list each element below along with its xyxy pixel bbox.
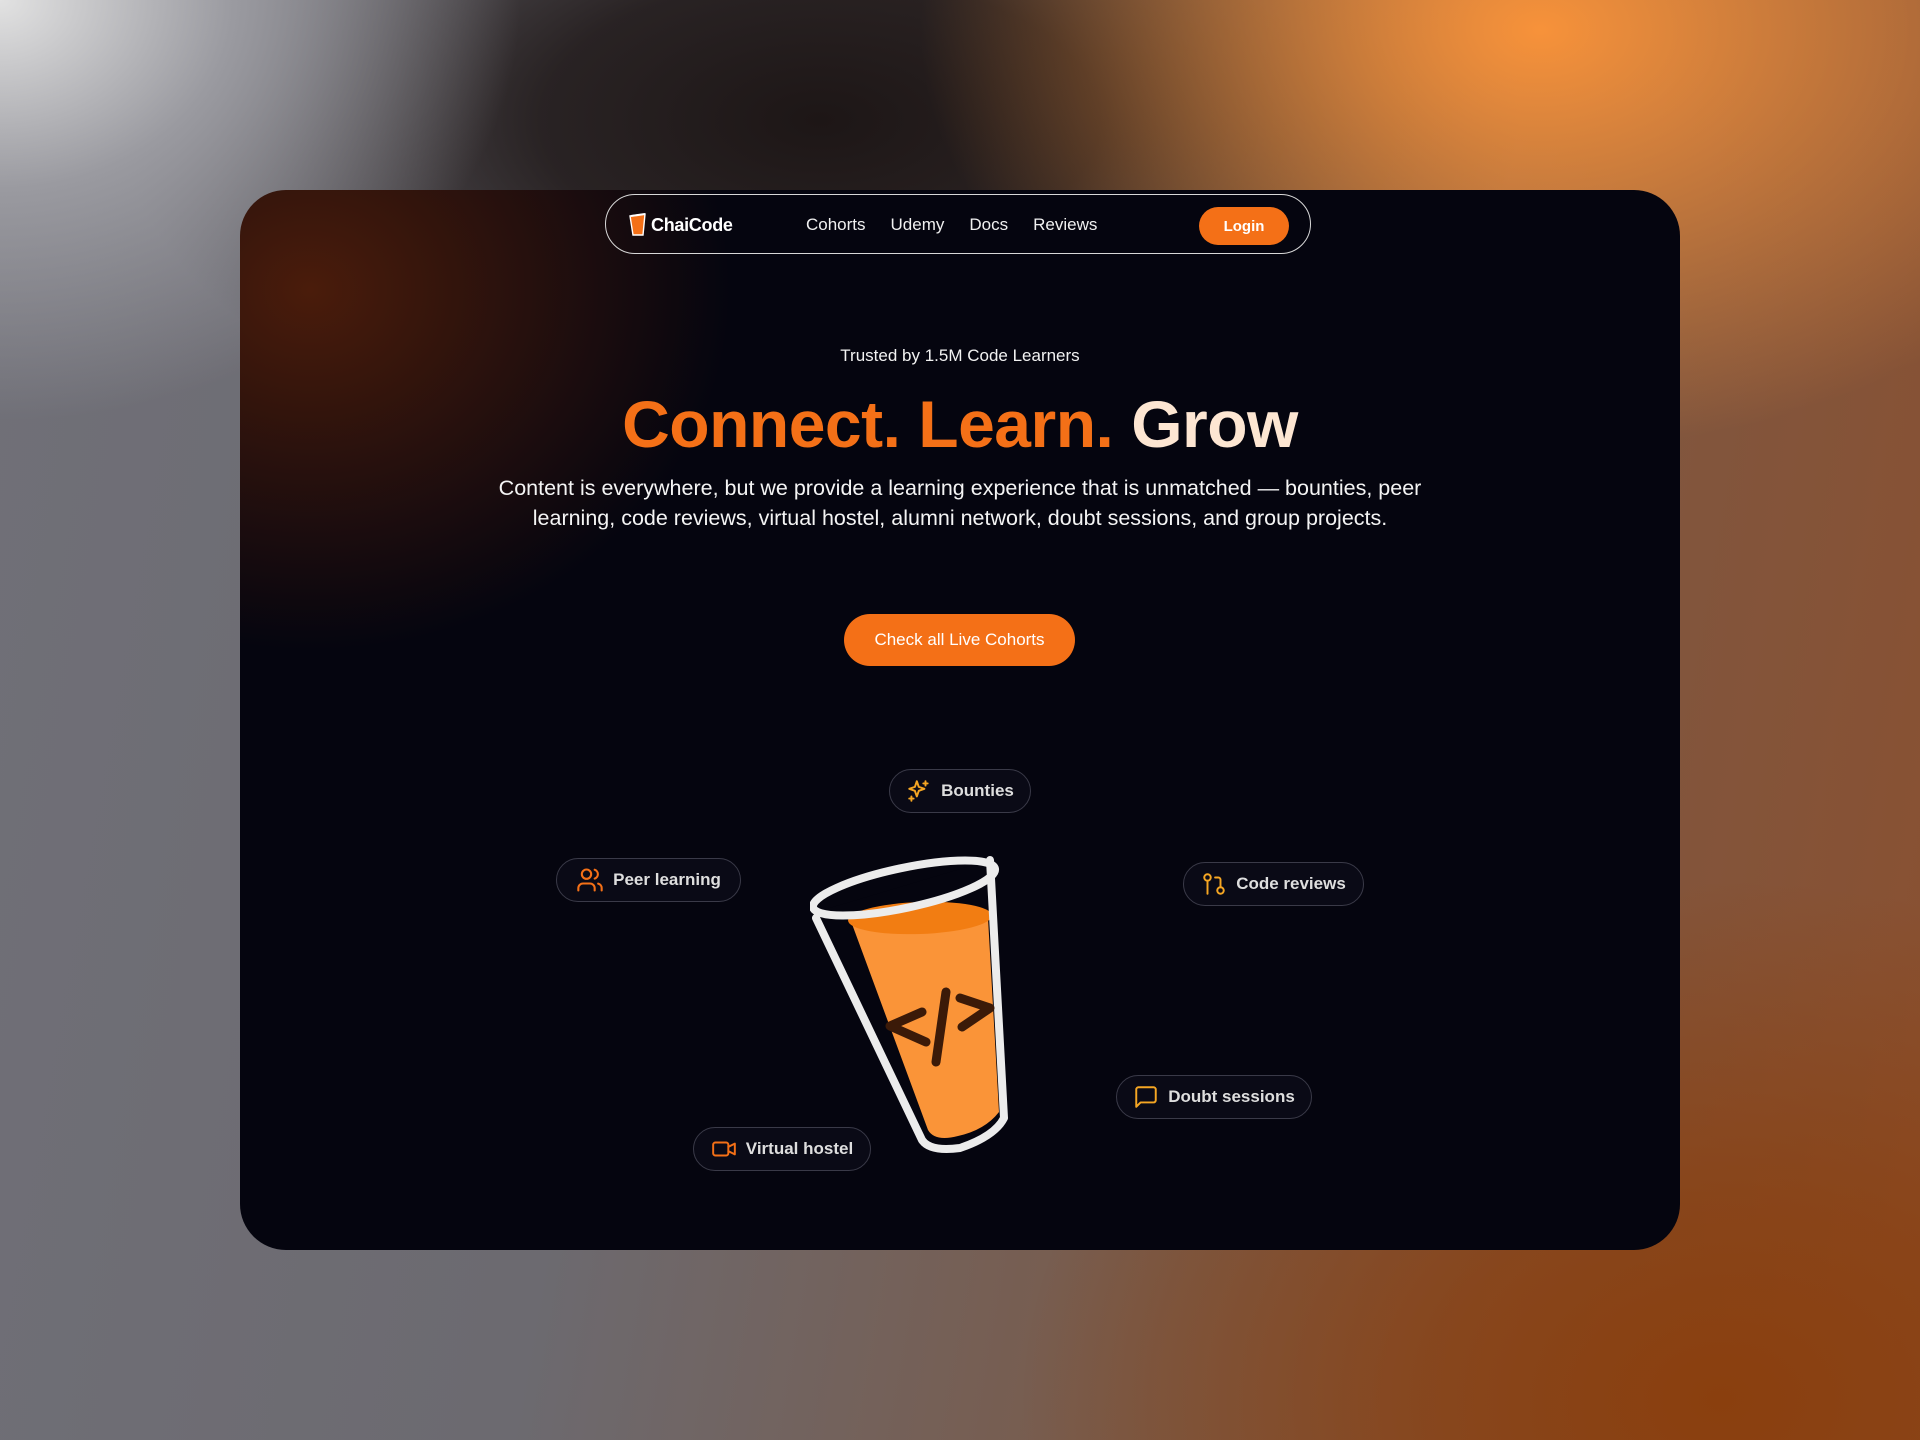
pill-label: Peer learning xyxy=(613,870,721,889)
sparkles-icon xyxy=(908,780,929,802)
message-square-icon xyxy=(1135,1086,1157,1108)
pill-label: Bounties xyxy=(941,781,1014,800)
brand-name: ChaiCode xyxy=(651,214,733,235)
video-camera-icon xyxy=(711,1141,736,1157)
hero-card: ChaiCode Cohorts Udemy Docs Reviews Logi… xyxy=(240,190,1680,1250)
nav-link-docs[interactable]: Docs xyxy=(969,215,1008,235)
nav-link-udemy[interactable]: Udemy xyxy=(891,215,945,235)
feature-pill-code-reviews[interactable]: Code reviews xyxy=(1183,862,1364,906)
users-icon xyxy=(577,868,603,892)
hero-headline: Connect. Learn. Grow xyxy=(240,384,1680,464)
nav-links: Cohorts Udemy Docs Reviews xyxy=(806,195,1097,255)
trusted-tagline: Trusted by 1.5M Code Learners xyxy=(840,346,1080,365)
check-live-cohorts-button[interactable]: Check all Live Cohorts xyxy=(844,614,1075,666)
feature-pill-peer-learning[interactable]: Peer learning xyxy=(556,858,741,902)
headline-word-grow: Grow xyxy=(1131,387,1298,461)
headline-word-connect: Connect. xyxy=(622,387,901,461)
chai-cup-icon xyxy=(628,213,648,237)
feature-pill-doubt-sessions[interactable]: Doubt sessions xyxy=(1116,1075,1312,1119)
chai-cup-code-icon xyxy=(810,856,1008,1153)
headline-word-learn: Learn. xyxy=(918,387,1114,461)
pill-label: Doubt sessions xyxy=(1168,1087,1295,1106)
nav-link-reviews[interactable]: Reviews xyxy=(1033,215,1097,235)
hero-description: Content is everywhere, but we provide a … xyxy=(498,476,1422,530)
git-pull-request-icon xyxy=(1203,873,1225,895)
login-button[interactable]: Login xyxy=(1199,207,1289,245)
brand-logo[interactable]: ChaiCode xyxy=(628,212,733,238)
pill-label: Code reviews xyxy=(1236,874,1346,893)
navbar: ChaiCode Cohorts Udemy Docs Reviews Logi… xyxy=(605,194,1311,254)
feature-pill-bounties[interactable]: Bounties xyxy=(889,769,1031,813)
nav-link-cohorts[interactable]: Cohorts xyxy=(806,215,866,235)
